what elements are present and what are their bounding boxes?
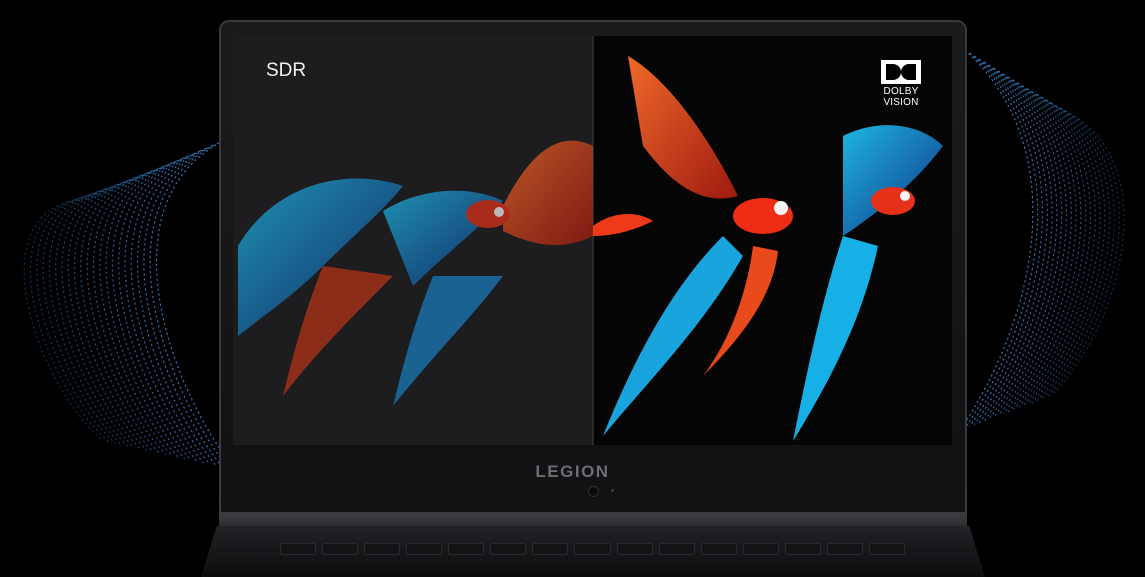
keyboard-key bbox=[574, 543, 611, 555]
keyboard-key bbox=[616, 543, 653, 555]
wave-line bbox=[92, 167, 173, 457]
keyboard-function-row bbox=[280, 543, 905, 555]
keyboard-key bbox=[658, 543, 695, 555]
keyboard-key bbox=[742, 543, 779, 555]
wave-line bbox=[1041, 100, 1116, 400]
right-wave-decoration bbox=[959, 49, 1125, 431]
dolby-double-d-icon bbox=[881, 60, 921, 84]
keyboard-key bbox=[322, 543, 359, 555]
wave-line bbox=[42, 189, 123, 446]
laptop-screen bbox=[233, 36, 952, 445]
wave-line bbox=[86, 170, 167, 456]
wave-line bbox=[111, 159, 192, 461]
webcam-icon bbox=[588, 486, 599, 497]
keyboard-key bbox=[784, 543, 821, 555]
keyboard-key bbox=[490, 543, 527, 555]
wave-line bbox=[48, 187, 129, 447]
keyboard-key bbox=[826, 543, 863, 555]
dolby-text: DOLBY bbox=[883, 86, 919, 97]
legion-brand-text: LEGION bbox=[535, 462, 610, 481]
wave-line bbox=[1031, 94, 1106, 404]
keyboard-key bbox=[700, 543, 737, 555]
legion-brand-logo: LEGION bbox=[0, 462, 1145, 482]
parrot-comparison-image bbox=[233, 36, 952, 445]
wave-line bbox=[149, 142, 230, 469]
keyboard-key bbox=[868, 543, 905, 555]
wave-line bbox=[137, 147, 217, 467]
wave-line bbox=[1017, 85, 1092, 409]
keyboard-key bbox=[364, 543, 401, 555]
sdr-label: SDR bbox=[266, 60, 307, 81]
keyboard-key bbox=[280, 543, 317, 555]
vision-text: VISION bbox=[883, 97, 919, 108]
wave-line bbox=[1021, 88, 1096, 407]
webcam-led bbox=[611, 489, 614, 492]
keyboard-key bbox=[532, 543, 569, 555]
keyboard-key bbox=[448, 543, 485, 555]
wave-line bbox=[964, 52, 1039, 429]
wave-line bbox=[124, 153, 204, 464]
wave-line bbox=[55, 184, 135, 449]
keyboard-key bbox=[406, 543, 443, 555]
wave-line bbox=[1026, 91, 1101, 406]
